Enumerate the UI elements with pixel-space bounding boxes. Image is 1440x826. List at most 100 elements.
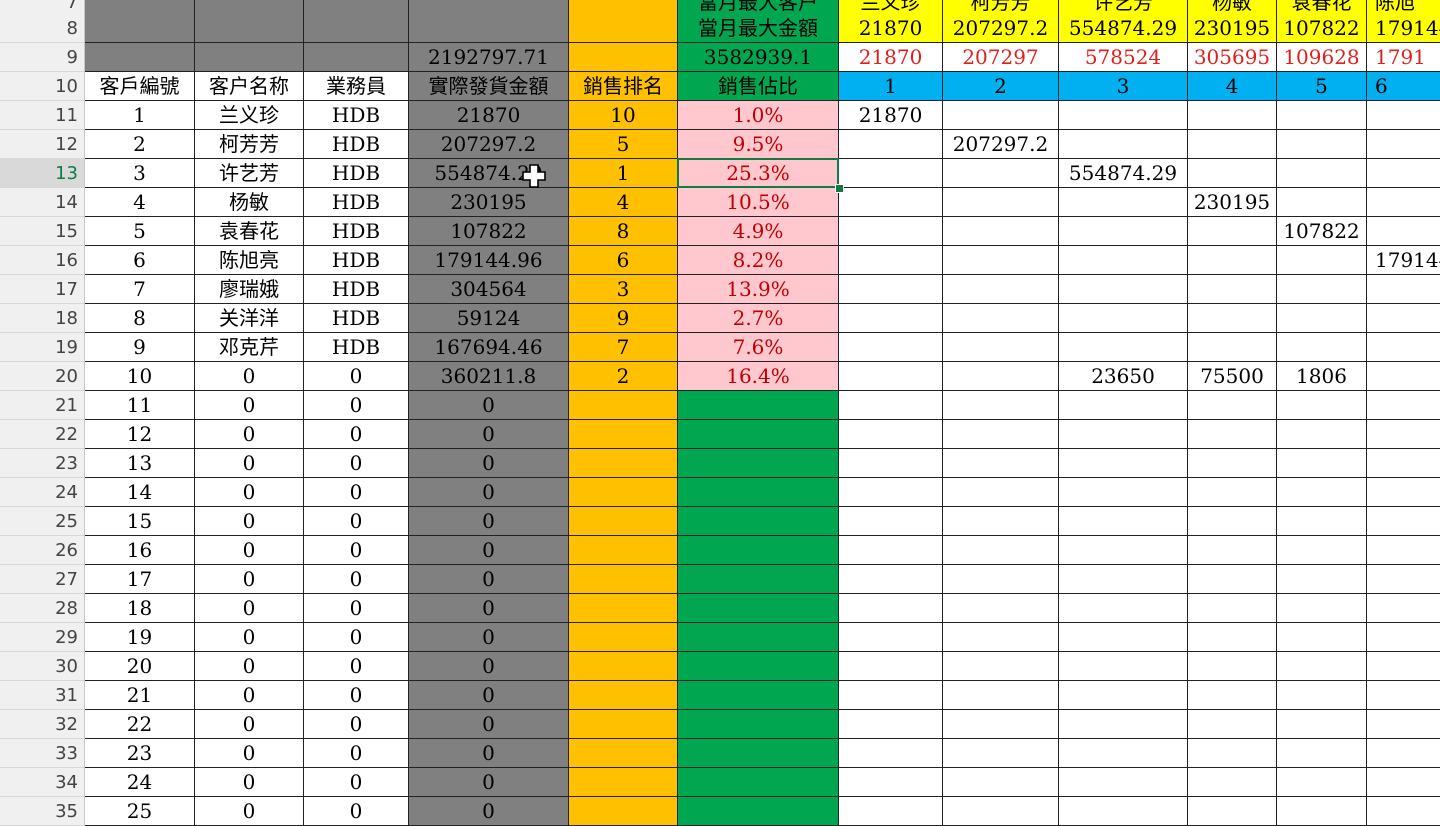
cell-c6[interactable] xyxy=(1367,333,1440,362)
cell-c3[interactable]: 3 xyxy=(1059,72,1188,101)
cell-salesperson[interactable]: HDB xyxy=(304,130,409,159)
cell-c6[interactable]: 179144 xyxy=(1367,14,1440,43)
cell-c4[interactable]: 230195 xyxy=(1188,14,1277,43)
cell-c3[interactable] xyxy=(1059,304,1188,333)
cell-c5[interactable] xyxy=(1277,710,1367,739)
cell-shipped-amount[interactable]: 304564 xyxy=(409,275,569,304)
cell-c6[interactable] xyxy=(1367,536,1440,565)
row-header[interactable]: 22 xyxy=(0,420,85,449)
cell-salesperson[interactable] xyxy=(304,14,409,43)
row-header[interactable]: 9 xyxy=(0,43,85,72)
cell-c2[interactable] xyxy=(943,159,1059,188)
cell-c3[interactable] xyxy=(1059,449,1188,478)
cell-c1[interactable] xyxy=(839,536,943,565)
cell-c4[interactable] xyxy=(1188,101,1277,130)
row-header[interactable]: 26 xyxy=(0,536,85,565)
cell-salesperson[interactable]: 0 xyxy=(304,652,409,681)
cell-c1[interactable]: 21870 xyxy=(839,101,943,130)
cell-salesperson[interactable]: HDB xyxy=(304,217,409,246)
row-header[interactable]: 10 xyxy=(0,72,85,101)
cell-cust-name[interactable]: 0 xyxy=(195,681,304,710)
cell-c5[interactable] xyxy=(1277,449,1367,478)
cell-c2[interactable] xyxy=(943,536,1059,565)
cell-shipped-amount[interactable]: 0 xyxy=(409,710,569,739)
cell-c4[interactable] xyxy=(1188,449,1277,478)
cell-cust-id[interactable]: 9 xyxy=(85,333,195,362)
cell-sales-rank[interactable] xyxy=(569,739,678,768)
row-header[interactable]: 16 xyxy=(0,246,85,275)
cell-c5[interactable] xyxy=(1277,652,1367,681)
cell-sales-share[interactable] xyxy=(678,594,839,623)
cell-c3[interactable] xyxy=(1059,565,1188,594)
cell-c6[interactable] xyxy=(1367,391,1440,420)
cell-c6[interactable] xyxy=(1367,652,1440,681)
cell-salesperson[interactable]: 0 xyxy=(304,420,409,449)
cell-c5[interactable] xyxy=(1277,130,1367,159)
cell-c5[interactable] xyxy=(1277,304,1367,333)
cell-c1[interactable] xyxy=(839,565,943,594)
cell-sales-rank[interactable] xyxy=(569,14,678,43)
row-header[interactable]: 29 xyxy=(0,623,85,652)
cell-c5[interactable]: 5 xyxy=(1277,72,1367,101)
cell-cust-name[interactable]: 0 xyxy=(195,391,304,420)
cell-c6[interactable] xyxy=(1367,217,1440,246)
cell-cust-name[interactable]: 0 xyxy=(195,797,304,826)
cell-c2[interactable]: 207297.2 xyxy=(943,14,1059,43)
cell-c5[interactable]: 107822 xyxy=(1277,217,1367,246)
cell-c3[interactable] xyxy=(1059,391,1188,420)
cell-c2[interactable] xyxy=(943,623,1059,652)
cell-c1[interactable]: 21870 xyxy=(839,14,943,43)
cell-cust-name[interactable]: 陈旭亮 xyxy=(195,246,304,275)
cell-c1[interactable] xyxy=(839,391,943,420)
cell-cust-id[interactable]: 1 xyxy=(85,101,195,130)
cell-cust-id[interactable] xyxy=(85,43,195,72)
cell-cust-id[interactable]: 12 xyxy=(85,420,195,449)
cell-c4[interactable]: 230195 xyxy=(1188,188,1277,217)
cell-c3[interactable] xyxy=(1059,478,1188,507)
cell-shipped-amount[interactable]: 59124 xyxy=(409,304,569,333)
cell-c4[interactable] xyxy=(1188,594,1277,623)
row-header[interactable]: 14 xyxy=(0,188,85,217)
cell-sales-share[interactable]: 4.9% xyxy=(678,217,839,246)
row-header[interactable]: 34 xyxy=(0,768,85,797)
cell-cust-id[interactable]: 2 xyxy=(85,130,195,159)
cell-cust-id[interactable]: 3 xyxy=(85,159,195,188)
cell-c1[interactable] xyxy=(839,623,943,652)
cell-c5[interactable] xyxy=(1277,797,1367,826)
cell-shipped-amount[interactable]: 0 xyxy=(409,681,569,710)
cell-sales-share[interactable] xyxy=(678,565,839,594)
cell-salesperson[interactable]: 0 xyxy=(304,594,409,623)
cell-c1[interactable] xyxy=(839,449,943,478)
row-header[interactable]: 24 xyxy=(0,478,85,507)
cell-cust-name[interactable]: 客户名称 xyxy=(195,72,304,101)
cell-cust-id[interactable]: 25 xyxy=(85,797,195,826)
cell-c4[interactable] xyxy=(1188,623,1277,652)
cell-sales-rank[interactable] xyxy=(569,768,678,797)
cell-shipped-amount[interactable]: 360211.8 xyxy=(409,362,569,391)
cell-c3[interactable] xyxy=(1059,507,1188,536)
cell-c3[interactable]: 23650 xyxy=(1059,362,1188,391)
cell-shipped-amount[interactable]: 0 xyxy=(409,768,569,797)
cell-cust-name[interactable]: 0 xyxy=(195,739,304,768)
cell-sales-share[interactable] xyxy=(678,739,839,768)
cell-cust-id[interactable]: 19 xyxy=(85,623,195,652)
cell-c3[interactable]: 554874.29 xyxy=(1059,159,1188,188)
cell-c3[interactable]: 578524 xyxy=(1059,43,1188,72)
cell-shipped-amount[interactable]: 0 xyxy=(409,449,569,478)
cell-c1[interactable] xyxy=(839,797,943,826)
cell-sales-share[interactable] xyxy=(678,420,839,449)
cell-c2[interactable] xyxy=(943,478,1059,507)
cell-salesperson[interactable]: 0 xyxy=(304,449,409,478)
row-header[interactable]: 25 xyxy=(0,507,85,536)
cell-c5[interactable]: 109628 xyxy=(1277,43,1367,72)
cell-cust-id[interactable] xyxy=(85,14,195,43)
cell-cust-name[interactable]: 0 xyxy=(195,594,304,623)
cell-salesperson[interactable]: HDB xyxy=(304,188,409,217)
cell-c4[interactable] xyxy=(1188,565,1277,594)
cell-cust-name[interactable]: 0 xyxy=(195,768,304,797)
cell-c6[interactable] xyxy=(1367,594,1440,623)
row-header[interactable]: 21 xyxy=(0,391,85,420)
cell-c4[interactable] xyxy=(1188,391,1277,420)
cell-c1[interactable] xyxy=(839,652,943,681)
cell-sales-rank[interactable] xyxy=(569,652,678,681)
